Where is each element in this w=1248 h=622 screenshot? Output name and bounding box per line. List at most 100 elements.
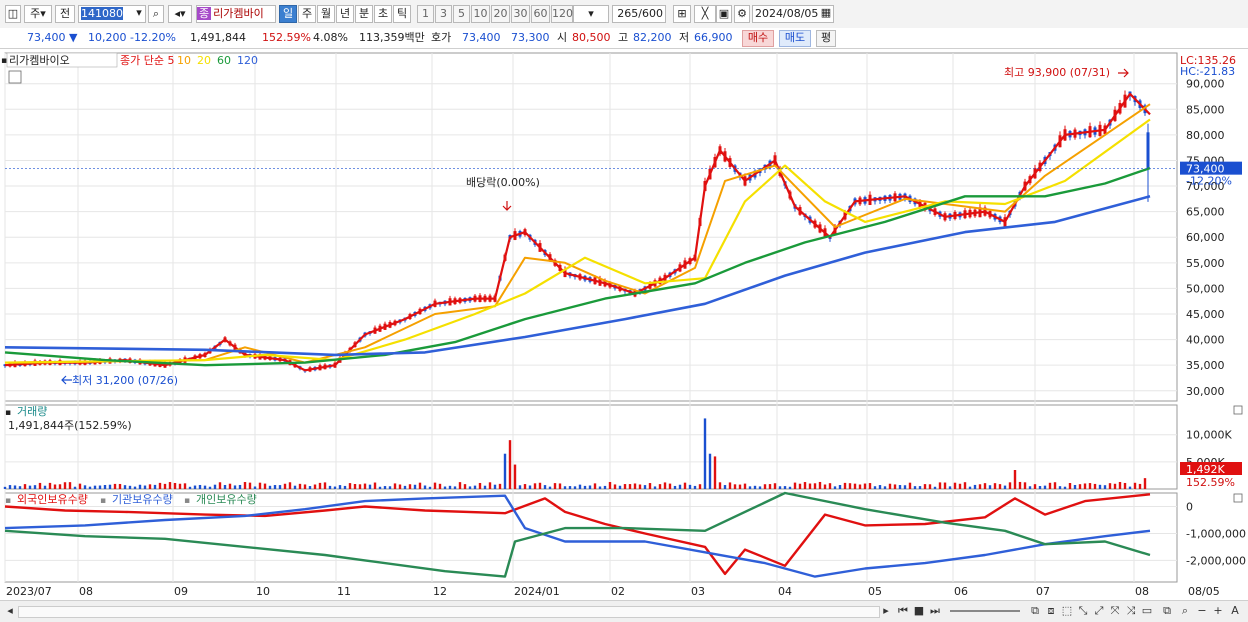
dividend-annotation: 배당락(0.00%) [466,176,540,189]
market-select[interactable]: 주▾ [24,5,52,23]
volume-bar [258,482,262,489]
ask-price: 73,400 [462,31,501,44]
price-tick-label: 60,000 [1186,231,1225,244]
period-tab-2[interactable]: 월 [317,5,335,23]
volume-bar [933,486,937,489]
font-size-icon[interactable]: A [1228,604,1242,618]
holders-legend-item: 개인보유수량 [196,493,257,506]
volume-bar [63,482,67,489]
price-tick-label: 30,000 [1186,385,1225,398]
volume-bar [778,486,782,489]
low-price: 66,900 [694,31,733,44]
stock-name-field[interactable]: 종 리가켐바이 [196,5,276,23]
volume-bar [888,483,892,489]
volume-bar [38,482,42,489]
tool-d-icon[interactable]: ⤡ [1076,604,1090,618]
zoom-slider[interactable] [950,610,1020,612]
stop-icon[interactable]: ■ [912,604,926,618]
volume-bar [878,485,882,489]
tool-i-icon[interactable]: ⧉ [1160,604,1174,618]
volume-bar [728,482,732,489]
volume-bar [378,486,382,489]
period-tab-3[interactable]: 년 [336,5,354,23]
period-tab-1[interactable]: 주 [298,5,316,23]
volume-bar [923,484,927,489]
speaker-icon[interactable]: ◂▾ [168,5,192,23]
volume-bar [358,484,362,489]
tool-a-icon[interactable]: ⧉ [1028,604,1042,618]
gear-icon[interactable]: ⚙ [734,5,750,23]
prev-button[interactable]: 전 [55,5,75,23]
scroll-right-icon[interactable]: ▸ [880,604,892,618]
crosshair-icon[interactable]: ╳ [694,5,716,23]
volume-bar [563,486,567,489]
count-field[interactable]: 265/600 [612,5,666,23]
price-tick-label: 85,000 [1186,103,1225,116]
calendar-icon[interactable]: ▦ [819,5,833,23]
save-icon[interactable]: ▣ [716,5,732,23]
tool-e-icon[interactable]: ⤢ [1092,604,1106,618]
window-menu-icon[interactable]: ◫ [5,5,21,23]
zoom-in-icon[interactable]: + [1212,604,1224,618]
minute-tab-6[interactable]: 60 [531,5,550,23]
volume-bar [283,483,287,489]
tool-h-icon[interactable]: ▭ [1140,604,1154,618]
volume-bar [478,482,482,489]
volume-bar [413,484,417,489]
buy-button[interactable]: 매수 [742,30,774,47]
volume-bar [468,486,472,489]
tool-g-icon[interactable]: ⤨ [1124,604,1138,618]
volume-bar [1068,483,1072,489]
tool-f-icon[interactable]: ⤧ [1108,604,1122,618]
volume-bar [353,483,357,489]
search-icon[interactable]: ⌕ [148,5,164,23]
interval-dropdown[interactable]: ▾ [573,5,609,23]
zoom-icon[interactable]: ⌕ [1178,604,1192,618]
minute-tab-7[interactable]: 120 [551,5,573,23]
tool-c-icon[interactable]: ⬚ [1060,604,1074,618]
bid-price: 73,300 [511,31,550,44]
price-change-pct: -12.20% [130,31,176,44]
minute-tab-0[interactable]: 1 [417,5,434,23]
volume-bar [953,482,957,489]
volume-bar [663,482,667,489]
chart-area[interactable]: 90,000 85,000 80,000 75,000 70,000 65,000 60,0… [0,49,1248,600]
minute-tab-3[interactable]: 10 [471,5,490,23]
minute-tab-4[interactable]: 20 [491,5,510,23]
rewind-icon[interactable]: ⏮ [896,604,910,618]
current-pct-tag: -12.20% [1186,175,1232,188]
minute-tab-1[interactable]: 3 [435,5,452,23]
tool-b-icon[interactable]: ⧈ [1044,604,1058,618]
volume-bar [808,483,812,489]
zoom-out-icon[interactable]: − [1196,604,1208,618]
volume-bar [293,485,297,489]
period-tab-0[interactable]: 일 [279,5,297,23]
volume-bar [203,485,207,489]
minute-tab-2[interactable]: 5 [453,5,470,23]
month-label: 06 [954,585,968,598]
price-legend-item: 60 [217,54,231,67]
eval-button[interactable]: 평 [816,30,836,47]
chart-settings-icon[interactable]: ⊞ [673,5,691,23]
fast-forward-icon[interactable]: ⏭ [928,604,942,618]
volume-bar [83,485,87,489]
volume-bar [533,483,537,489]
volume-value: 1,491,844 [190,31,246,44]
sell-button[interactable]: 매도 [779,30,811,47]
period-tab-6[interactable]: 틱 [393,5,411,23]
stock-chart-svg[interactable]: 90,00085,00080,00075,00070,00065,00060,0… [0,49,1248,600]
volume-bar [608,482,612,489]
period-tab-5[interactable]: 초 [374,5,392,23]
volume-bar [248,482,252,489]
minute-tab-5[interactable]: 30 [511,5,530,23]
volume-bar [328,485,332,489]
volume-bar [698,484,702,489]
code-dropdown-icon[interactable]: ▾ [132,5,146,23]
volume-bar [693,485,697,489]
scroll-track[interactable] [18,606,880,618]
period-tab-4[interactable]: 분 [355,5,373,23]
scroll-left-icon[interactable]: ◂ [4,604,16,618]
open-price: 80,500 [572,31,611,44]
volume-bar [813,483,817,489]
volume-bar [793,482,797,489]
